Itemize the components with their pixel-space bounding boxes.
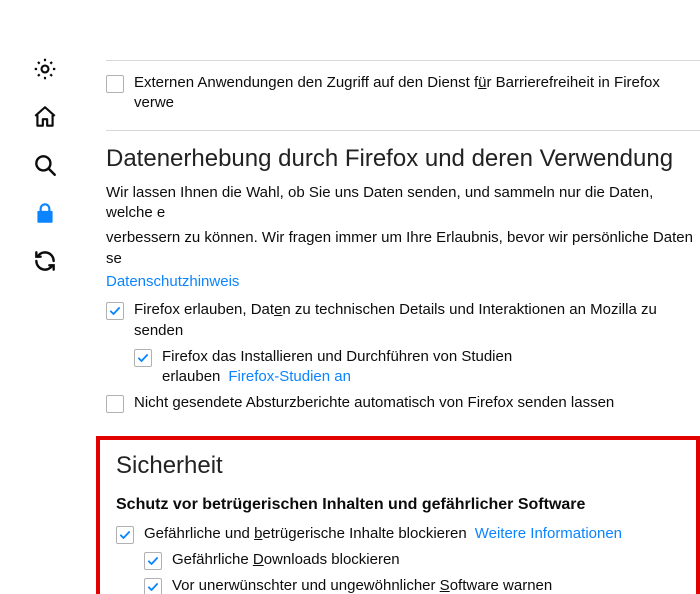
link-studies[interactable]: Firefox-Studien an	[228, 368, 351, 385]
label-crash-reports: Nicht gesendete Absturzberichte automati…	[134, 393, 614, 413]
checkbox-warn-unwanted[interactable]	[144, 578, 162, 594]
content-area: Externen Anwendungen den Zugriff auf den…	[90, 0, 700, 594]
checkbox-block-dangerous[interactable]	[116, 526, 134, 544]
checkbox-telemetry[interactable]	[106, 302, 124, 320]
checkbox-block-downloads[interactable]	[144, 552, 162, 570]
lock-icon	[32, 200, 58, 230]
label-block-downloads: Gefährliche Downloads blockieren	[172, 550, 400, 570]
row-block-dangerous: Gefährliche und betrügerische Inhalte bl…	[116, 524, 680, 544]
row-crash-reports: Nicht gesendete Absturzberichte automati…	[106, 393, 700, 413]
row-accessibility-external-apps: Externen Anwendungen den Zugriff auf den…	[106, 73, 700, 114]
heading-data-collection: Datenerhebung durch Firefox und deren Ve…	[106, 145, 700, 173]
row-studies: Firefox das Installieren und Durchführen…	[134, 347, 700, 388]
link-privacy-notice[interactable]: Datenschutzhinweis	[106, 273, 239, 290]
sidebar-item-sync[interactable]	[29, 247, 61, 279]
label-telemetry: Firefox erlauben, Daten zu technischen D…	[134, 300, 700, 341]
label-warn-unwanted: Vor unerwünschter und ungewöhnlicher Sof…	[172, 576, 552, 594]
row-block-downloads: Gefährliche Downloads blockieren	[144, 550, 680, 570]
label-block-dangerous: Gefährliche und betrügerische Inhalte bl…	[144, 524, 622, 544]
sidebar-item-search[interactable]	[29, 151, 61, 183]
sidebar-item-home[interactable]	[29, 103, 61, 135]
data-collection-desc-1: Wir lassen Ihnen die Wahl, ob Sie uns Da…	[106, 183, 700, 224]
sync-icon	[32, 248, 58, 278]
row-warn-unwanted: Vor unerwünschter und ungewöhnlicher Sof…	[144, 576, 680, 594]
gear-icon	[32, 56, 58, 86]
heading-security: Sicherheit	[116, 452, 680, 480]
sidebar	[0, 0, 90, 594]
divider	[106, 130, 700, 131]
search-icon	[32, 152, 58, 182]
checkbox-crash-reports[interactable]	[106, 395, 124, 413]
sidebar-item-privacy[interactable]	[29, 199, 61, 231]
security-highlight-box: Sicherheit Schutz vor betrügerischen Inh…	[96, 436, 700, 594]
divider	[106, 60, 700, 61]
label-studies: Firefox das Installieren und Durchführen…	[162, 347, 700, 388]
checkbox-studies[interactable]	[134, 349, 152, 367]
data-collection-desc-2: verbessern zu können. Wir fragen immer u…	[106, 228, 700, 269]
sidebar-item-general[interactable]	[29, 55, 61, 87]
row-telemetry: Firefox erlauben, Daten zu technischen D…	[106, 300, 700, 341]
subheading-deceptive: Schutz vor betrügerischen Inhalten und g…	[116, 496, 680, 514]
checkbox-accessibility-external-apps[interactable]	[106, 75, 124, 93]
label-accessibility-external-apps: Externen Anwendungen den Zugriff auf den…	[134, 73, 700, 114]
home-icon	[32, 104, 58, 134]
link-more-info[interactable]: Weitere Informationen	[475, 525, 622, 542]
